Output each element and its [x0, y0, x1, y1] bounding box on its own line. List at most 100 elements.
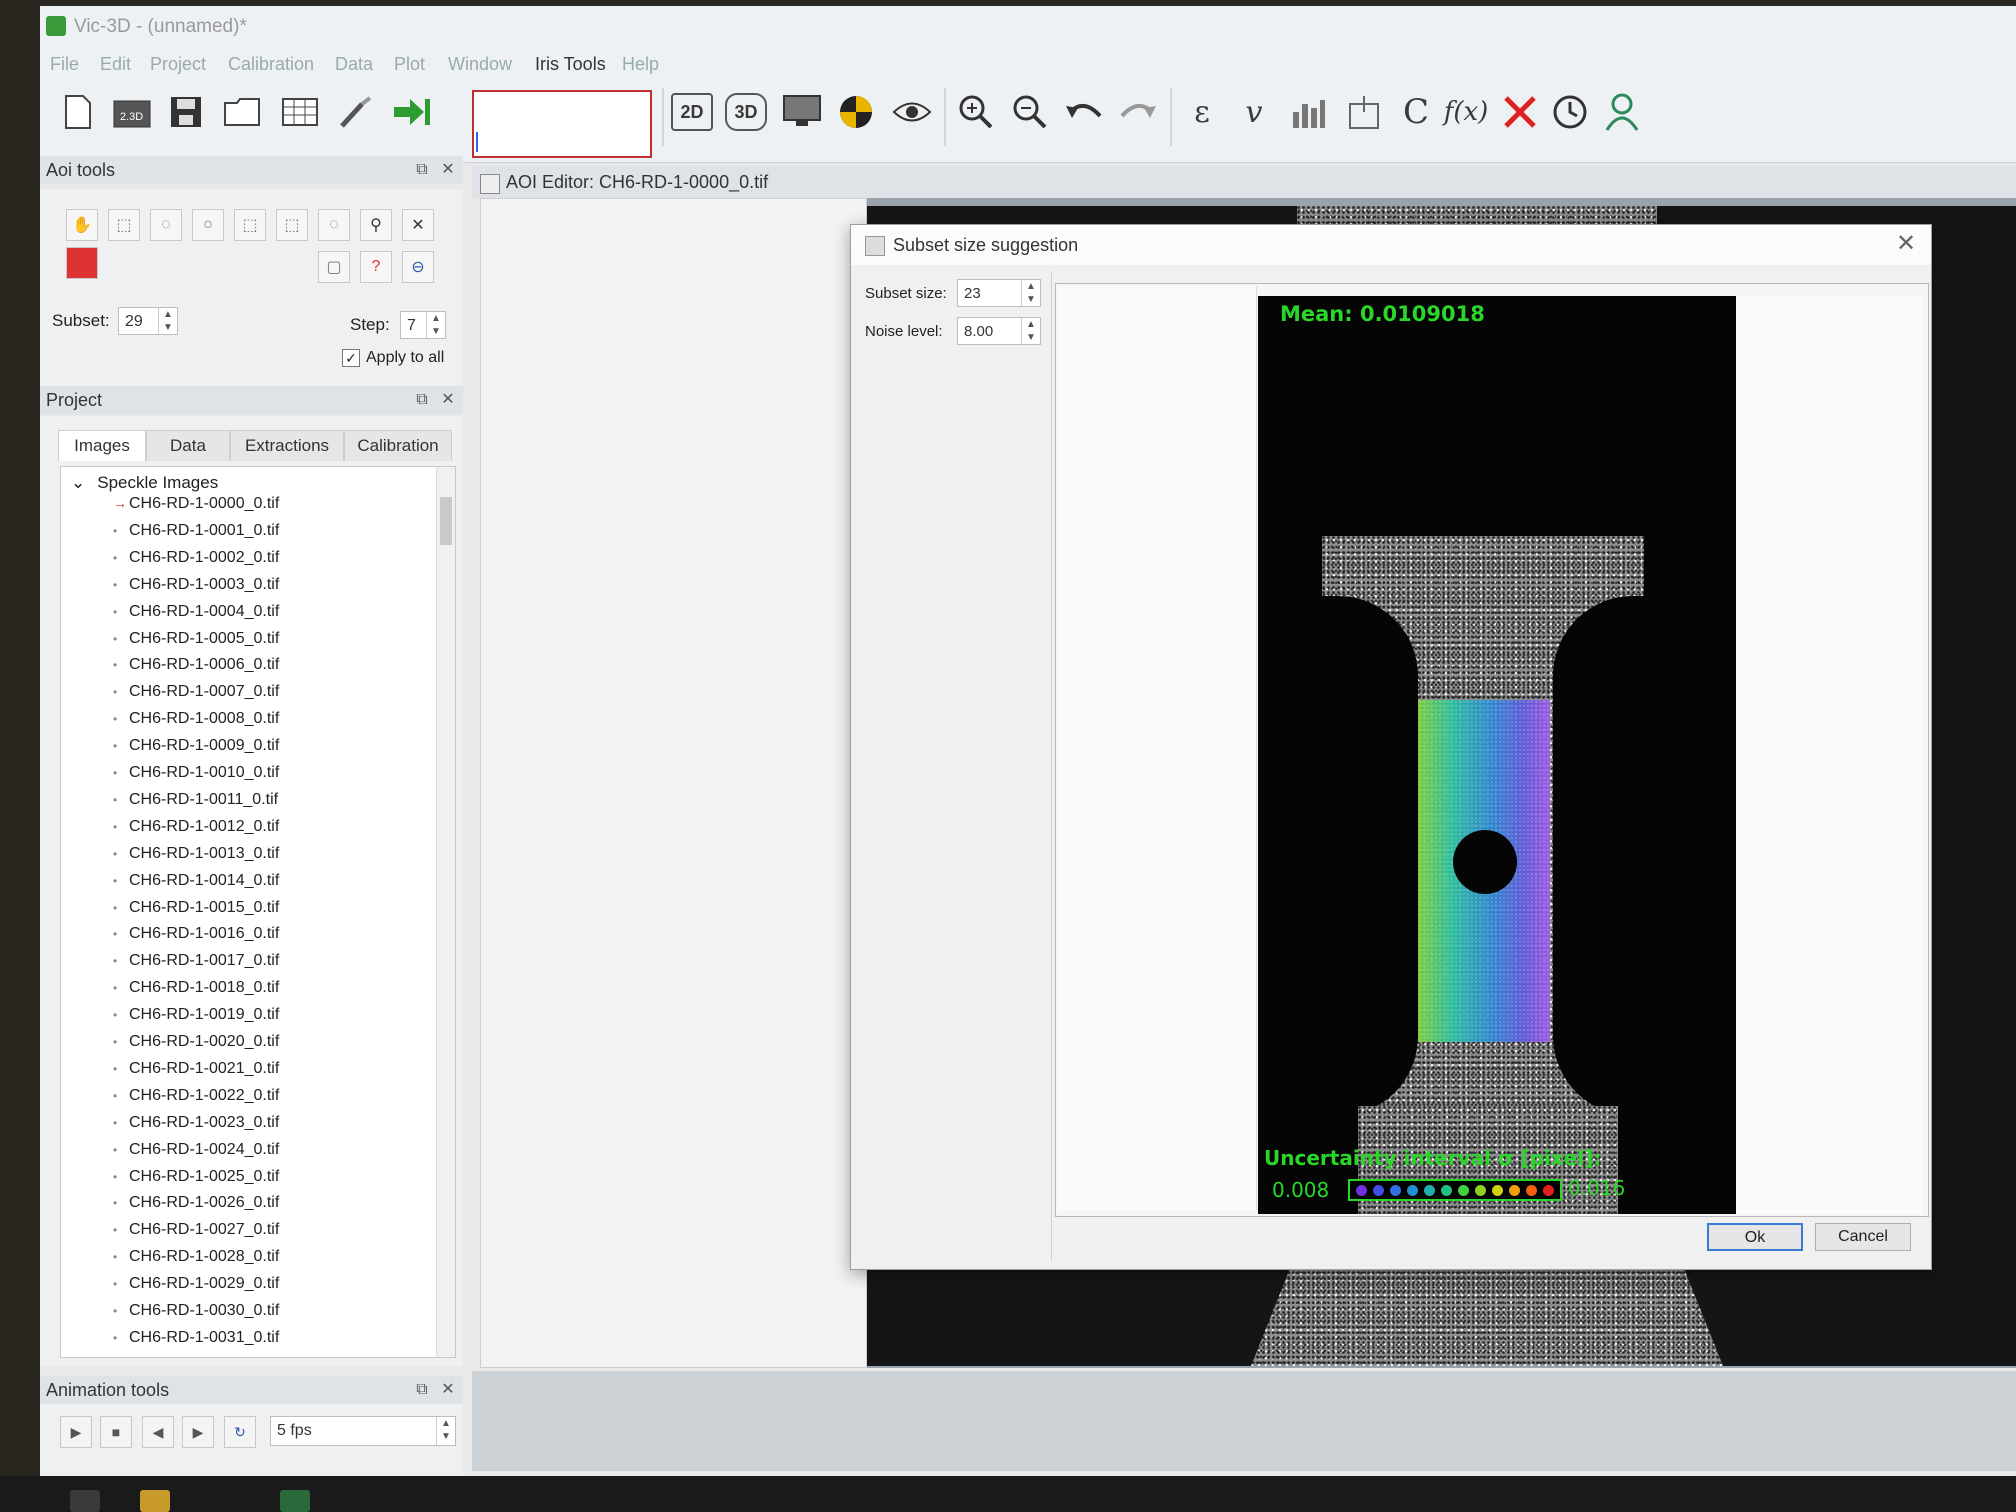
tree-item-image[interactable]: • CH6-RD-1-0011_0.tif — [113, 791, 278, 809]
function-button[interactable]: f(x) — [1444, 90, 1489, 134]
cut-ellipse-tool-icon[interactable]: ◌ — [318, 209, 350, 241]
step-spinbox[interactable]: 7 ▲ ▼ — [400, 311, 446, 339]
tree-item-image[interactable]: → CH6-RD-1-0000_0.tif — [113, 495, 279, 513]
color-picker-icon[interactable] — [66, 247, 98, 279]
tree-item-image[interactable]: • CH6-RD-1-0025_0.tif — [113, 1168, 279, 1186]
polygon-tool-icon[interactable]: ⬚ — [234, 209, 266, 241]
zoom-out-icon[interactable] — [1008, 90, 1052, 134]
target-icon[interactable] — [834, 90, 878, 134]
close-icon[interactable]: ✕ — [1891, 229, 1921, 259]
stop-icon[interactable]: ■ — [100, 1416, 132, 1448]
float-icon[interactable]: ⧉ — [411, 386, 433, 414]
help-icon[interactable]: ? — [360, 251, 392, 283]
tree-item-image[interactable]: • CH6-RD-1-0018_0.tif — [113, 979, 279, 997]
tree-item-image[interactable]: • CH6-RD-1-0005_0.tif — [113, 630, 279, 648]
clock-icon[interactable] — [1548, 90, 1592, 134]
tree-item-image[interactable]: • CH6-RD-1-0012_0.tif — [113, 818, 279, 836]
menu-plot[interactable]: Plot — [394, 54, 425, 75]
spin-arrows-icon[interactable]: ▲ ▼ — [1021, 280, 1040, 306]
c-button[interactable]: C — [1394, 90, 1438, 134]
noise-level-spinbox[interactable]: 8.00 ▲ ▼ — [957, 317, 1041, 345]
tree-item-image[interactable]: • CH6-RD-1-0003_0.tif — [113, 576, 279, 594]
link-icon[interactable]: ⊖ — [402, 251, 434, 283]
subset-size-spinbox[interactable]: 23 ▲ ▼ — [957, 279, 1041, 307]
view-2d-button[interactable]: 2D — [670, 90, 714, 134]
start-icon[interactable] — [70, 1490, 100, 1512]
eye-icon[interactable] — [890, 90, 934, 134]
spin-arrows-icon[interactable]: ▲ ▼ — [158, 308, 177, 334]
play-icon[interactable]: ▶ — [60, 1416, 92, 1448]
fps-select[interactable]: 5 fps ▲ ▼ — [270, 1416, 456, 1446]
user-icon[interactable] — [1600, 90, 1644, 134]
uncertainty-map[interactable]: Mean: 0.0109018 Uncertainty interval σ [… — [1258, 296, 1736, 1214]
circle-tool-icon[interactable]: ○ — [192, 209, 224, 241]
loop-icon[interactable]: ↻ — [224, 1416, 256, 1448]
previous-icon[interactable]: ◀ — [142, 1416, 174, 1448]
extract-icon[interactable] — [1342, 90, 1386, 134]
cancel-button[interactable]: Cancel — [1815, 1223, 1911, 1251]
tree-item-image[interactable]: • CH6-RD-1-0004_0.tif — [113, 603, 279, 621]
close-icon[interactable]: ✕ — [437, 156, 459, 184]
grid-icon[interactable] — [278, 90, 322, 134]
velocity-button[interactable]: v — [1232, 90, 1276, 134]
tree-item-image[interactable]: • CH6-RD-1-0021_0.tif — [113, 1060, 279, 1078]
seed-point-icon[interactable]: ⚲ — [360, 209, 392, 241]
delete-icon[interactable] — [1498, 90, 1542, 134]
tab-data[interactable]: Data — [146, 430, 230, 461]
float-icon[interactable]: ⧉ — [411, 156, 433, 184]
menu-data[interactable]: Data — [335, 54, 373, 75]
spin-arrows-icon[interactable]: ▲ ▼ — [436, 1417, 455, 1445]
zoom-in-icon[interactable] — [954, 90, 998, 134]
menu-calibration[interactable]: Calibration — [228, 54, 314, 75]
tree-item-image[interactable]: • CH6-RD-1-0027_0.tif — [113, 1221, 279, 1239]
tree-item-image[interactable]: • CH6-RD-1-0031_0.tif — [113, 1329, 279, 1347]
tab-extractions[interactable]: Extractions — [230, 430, 344, 461]
tree-item-image[interactable]: • CH6-RD-1-0006_0.tif — [113, 656, 279, 674]
spin-arrows-icon[interactable]: ▲ ▼ — [1021, 318, 1040, 344]
cut-rect-tool-icon[interactable]: ⬚ — [276, 209, 308, 241]
redo-icon[interactable] — [1116, 90, 1160, 134]
menu-window[interactable]: Window — [448, 54, 512, 75]
open-project-icon[interactable]: 2.3D — [110, 90, 154, 134]
tree-item-image[interactable]: • CH6-RD-1-0029_0.tif — [113, 1275, 279, 1293]
tab-images[interactable]: Images — [58, 430, 146, 461]
open-folder-icon[interactable] — [220, 90, 264, 134]
monitor-icon[interactable] — [780, 90, 824, 134]
view-3d-button[interactable]: 3D — [724, 90, 768, 134]
menu-help[interactable]: Help — [622, 54, 659, 75]
tree-item-image[interactable]: • CH6-RD-1-0002_0.tif — [113, 549, 279, 567]
tree-item-image[interactable]: • CH6-RD-1-0019_0.tif — [113, 1006, 279, 1024]
tree-item-image[interactable]: • CH6-RD-1-0024_0.tif — [113, 1141, 279, 1159]
tree-scrollbar[interactable] — [436, 467, 455, 1357]
tree-item-image[interactable]: • CH6-RD-1-0013_0.tif — [113, 845, 279, 863]
menu-file[interactable]: File — [50, 54, 79, 75]
tree-item-image[interactable]: • CH6-RD-1-0022_0.tif — [113, 1087, 279, 1105]
run-analysis-icon[interactable] — [390, 90, 434, 134]
rectangle-tool-icon[interactable]: ⬚ — [108, 209, 140, 241]
file-explorer-icon[interactable] — [140, 1490, 170, 1512]
ellipse-tool-icon[interactable]: ◌ — [150, 209, 182, 241]
apply-to-all-checkbox[interactable]: ✓ — [342, 349, 360, 367]
tree-item-image[interactable]: • CH6-RD-1-0016_0.tif — [113, 925, 279, 943]
tree-item-image[interactable]: • CH6-RD-1-0001_0.tif — [113, 522, 279, 540]
menu-iris-tools[interactable]: Iris Tools — [535, 54, 606, 75]
tree-item-image[interactable]: • CH6-RD-1-0015_0.tif — [113, 899, 279, 917]
hand-tool-icon[interactable]: ✋ — [66, 209, 98, 241]
subset-spinbox[interactable]: 29 ▲ ▼ — [118, 307, 178, 335]
tree-item-image[interactable]: • CH6-RD-1-0028_0.tif — [113, 1248, 279, 1266]
undo-icon[interactable] — [1062, 90, 1106, 134]
scrollbar-thumb[interactable] — [440, 497, 452, 545]
fit-icon[interactable]: ▢ — [318, 251, 350, 283]
new-file-icon[interactable] — [56, 90, 100, 134]
vic3d-taskbar-icon[interactable] — [280, 1490, 310, 1512]
tree-item-image[interactable]: • CH6-RD-1-0010_0.tif — [113, 764, 279, 782]
tree-item-image[interactable]: • CH6-RD-1-0007_0.tif — [113, 683, 279, 701]
tree-item-image[interactable]: • CH6-RD-1-0026_0.tif — [113, 1194, 279, 1212]
tree-item-image[interactable]: • CH6-RD-1-0030_0.tif — [113, 1302, 279, 1320]
close-icon[interactable]: ✕ — [437, 386, 459, 414]
next-icon[interactable]: ▶ — [182, 1416, 214, 1448]
menu-project[interactable]: Project — [150, 54, 206, 75]
spin-arrows-icon[interactable]: ▲ ▼ — [426, 312, 445, 338]
tree-root-speckle-images[interactable]: ⌄ Speckle Images — [71, 473, 218, 493]
tree-item-image[interactable]: • CH6-RD-1-0017_0.tif — [113, 952, 279, 970]
